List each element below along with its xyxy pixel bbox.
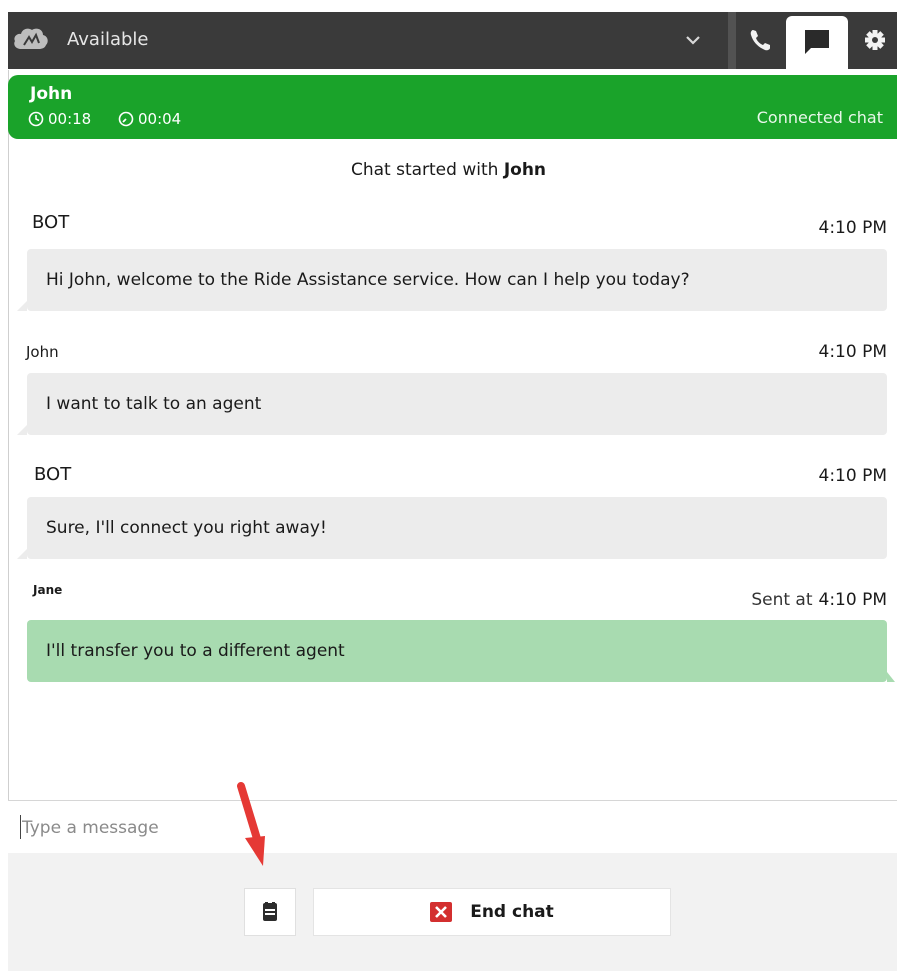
composer xyxy=(8,800,897,854)
gear-icon xyxy=(865,30,885,50)
cloud-logo-icon xyxy=(14,28,48,49)
agent-message-bubble: I'll transfer you to a different agent xyxy=(27,620,887,682)
chevron-down-icon[interactable] xyxy=(683,32,703,48)
contact-bar[interactable]: John 00:18 00:04 Connected chat xyxy=(8,75,897,139)
message-bubble: Hi John, welcome to the Ride Assistance … xyxy=(27,249,887,311)
state-timer-value: 00:04 xyxy=(138,110,182,128)
message-time: 4:10 PM xyxy=(818,466,888,486)
timer-icon xyxy=(118,111,134,127)
top-bar: Available xyxy=(8,12,897,69)
message-time: 4:10 PM xyxy=(818,218,888,238)
text-caret xyxy=(20,815,21,839)
contact-status: Connected chat xyxy=(756,108,883,127)
settings-button[interactable] xyxy=(854,12,897,69)
phone-icon xyxy=(750,30,770,51)
close-icon xyxy=(430,902,453,922)
bubble-tail xyxy=(17,301,27,311)
state-timer: 00:04 xyxy=(118,110,181,128)
message-sender: Jane xyxy=(33,583,63,597)
total-timer: 00:18 xyxy=(28,110,91,128)
red-arrow-annotation xyxy=(237,782,265,866)
message-bubble: I want to talk to an agent xyxy=(27,373,887,435)
bubble-tail xyxy=(17,425,27,435)
total-timer-value: 00:18 xyxy=(48,110,92,128)
ccp-chat-window: Available John 00:18 00:04 Connected cha… xyxy=(0,0,897,971)
clock-icon xyxy=(28,111,44,127)
message-text: Sure, I'll connect you right away! xyxy=(46,518,327,538)
chat-started-prefix: Chat started with xyxy=(350,160,499,180)
end-chat-button[interactable]: End chat xyxy=(313,888,671,936)
message-text: I want to talk to an agent xyxy=(46,394,262,414)
bubble-tail xyxy=(17,549,27,559)
sent-at-label: Sent at xyxy=(751,590,813,610)
chat-started-notice: Chat started with John xyxy=(0,160,897,180)
bubble-tail xyxy=(887,672,895,682)
chat-icon xyxy=(805,30,829,54)
chat-started-name: John xyxy=(503,160,547,180)
message-input[interactable] xyxy=(20,813,884,843)
tab-phone[interactable] xyxy=(736,12,786,69)
tab-chat[interactable] xyxy=(786,16,848,69)
address-book-icon xyxy=(263,902,277,921)
end-chat-label: End chat xyxy=(470,902,554,922)
message-text: I'll transfer you to a different agent xyxy=(46,641,345,661)
message-bubble: Sure, I'll connect you right away! xyxy=(27,497,887,559)
contact-name: John xyxy=(30,84,73,104)
message-sender: John xyxy=(26,343,59,361)
message-text: Hi John, welcome to the Ride Assistance … xyxy=(46,270,690,290)
message-time: Sent at 4:10 PM xyxy=(751,590,887,610)
quick-connects-button[interactable] xyxy=(244,888,296,936)
message-time-value: 4:10 PM xyxy=(818,590,888,610)
agent-status-label[interactable]: Available xyxy=(67,29,148,50)
message-time: 4:10 PM xyxy=(818,342,888,362)
message-sender: BOT xyxy=(34,464,72,485)
divider xyxy=(728,12,736,69)
message-sender: BOT xyxy=(32,212,70,233)
